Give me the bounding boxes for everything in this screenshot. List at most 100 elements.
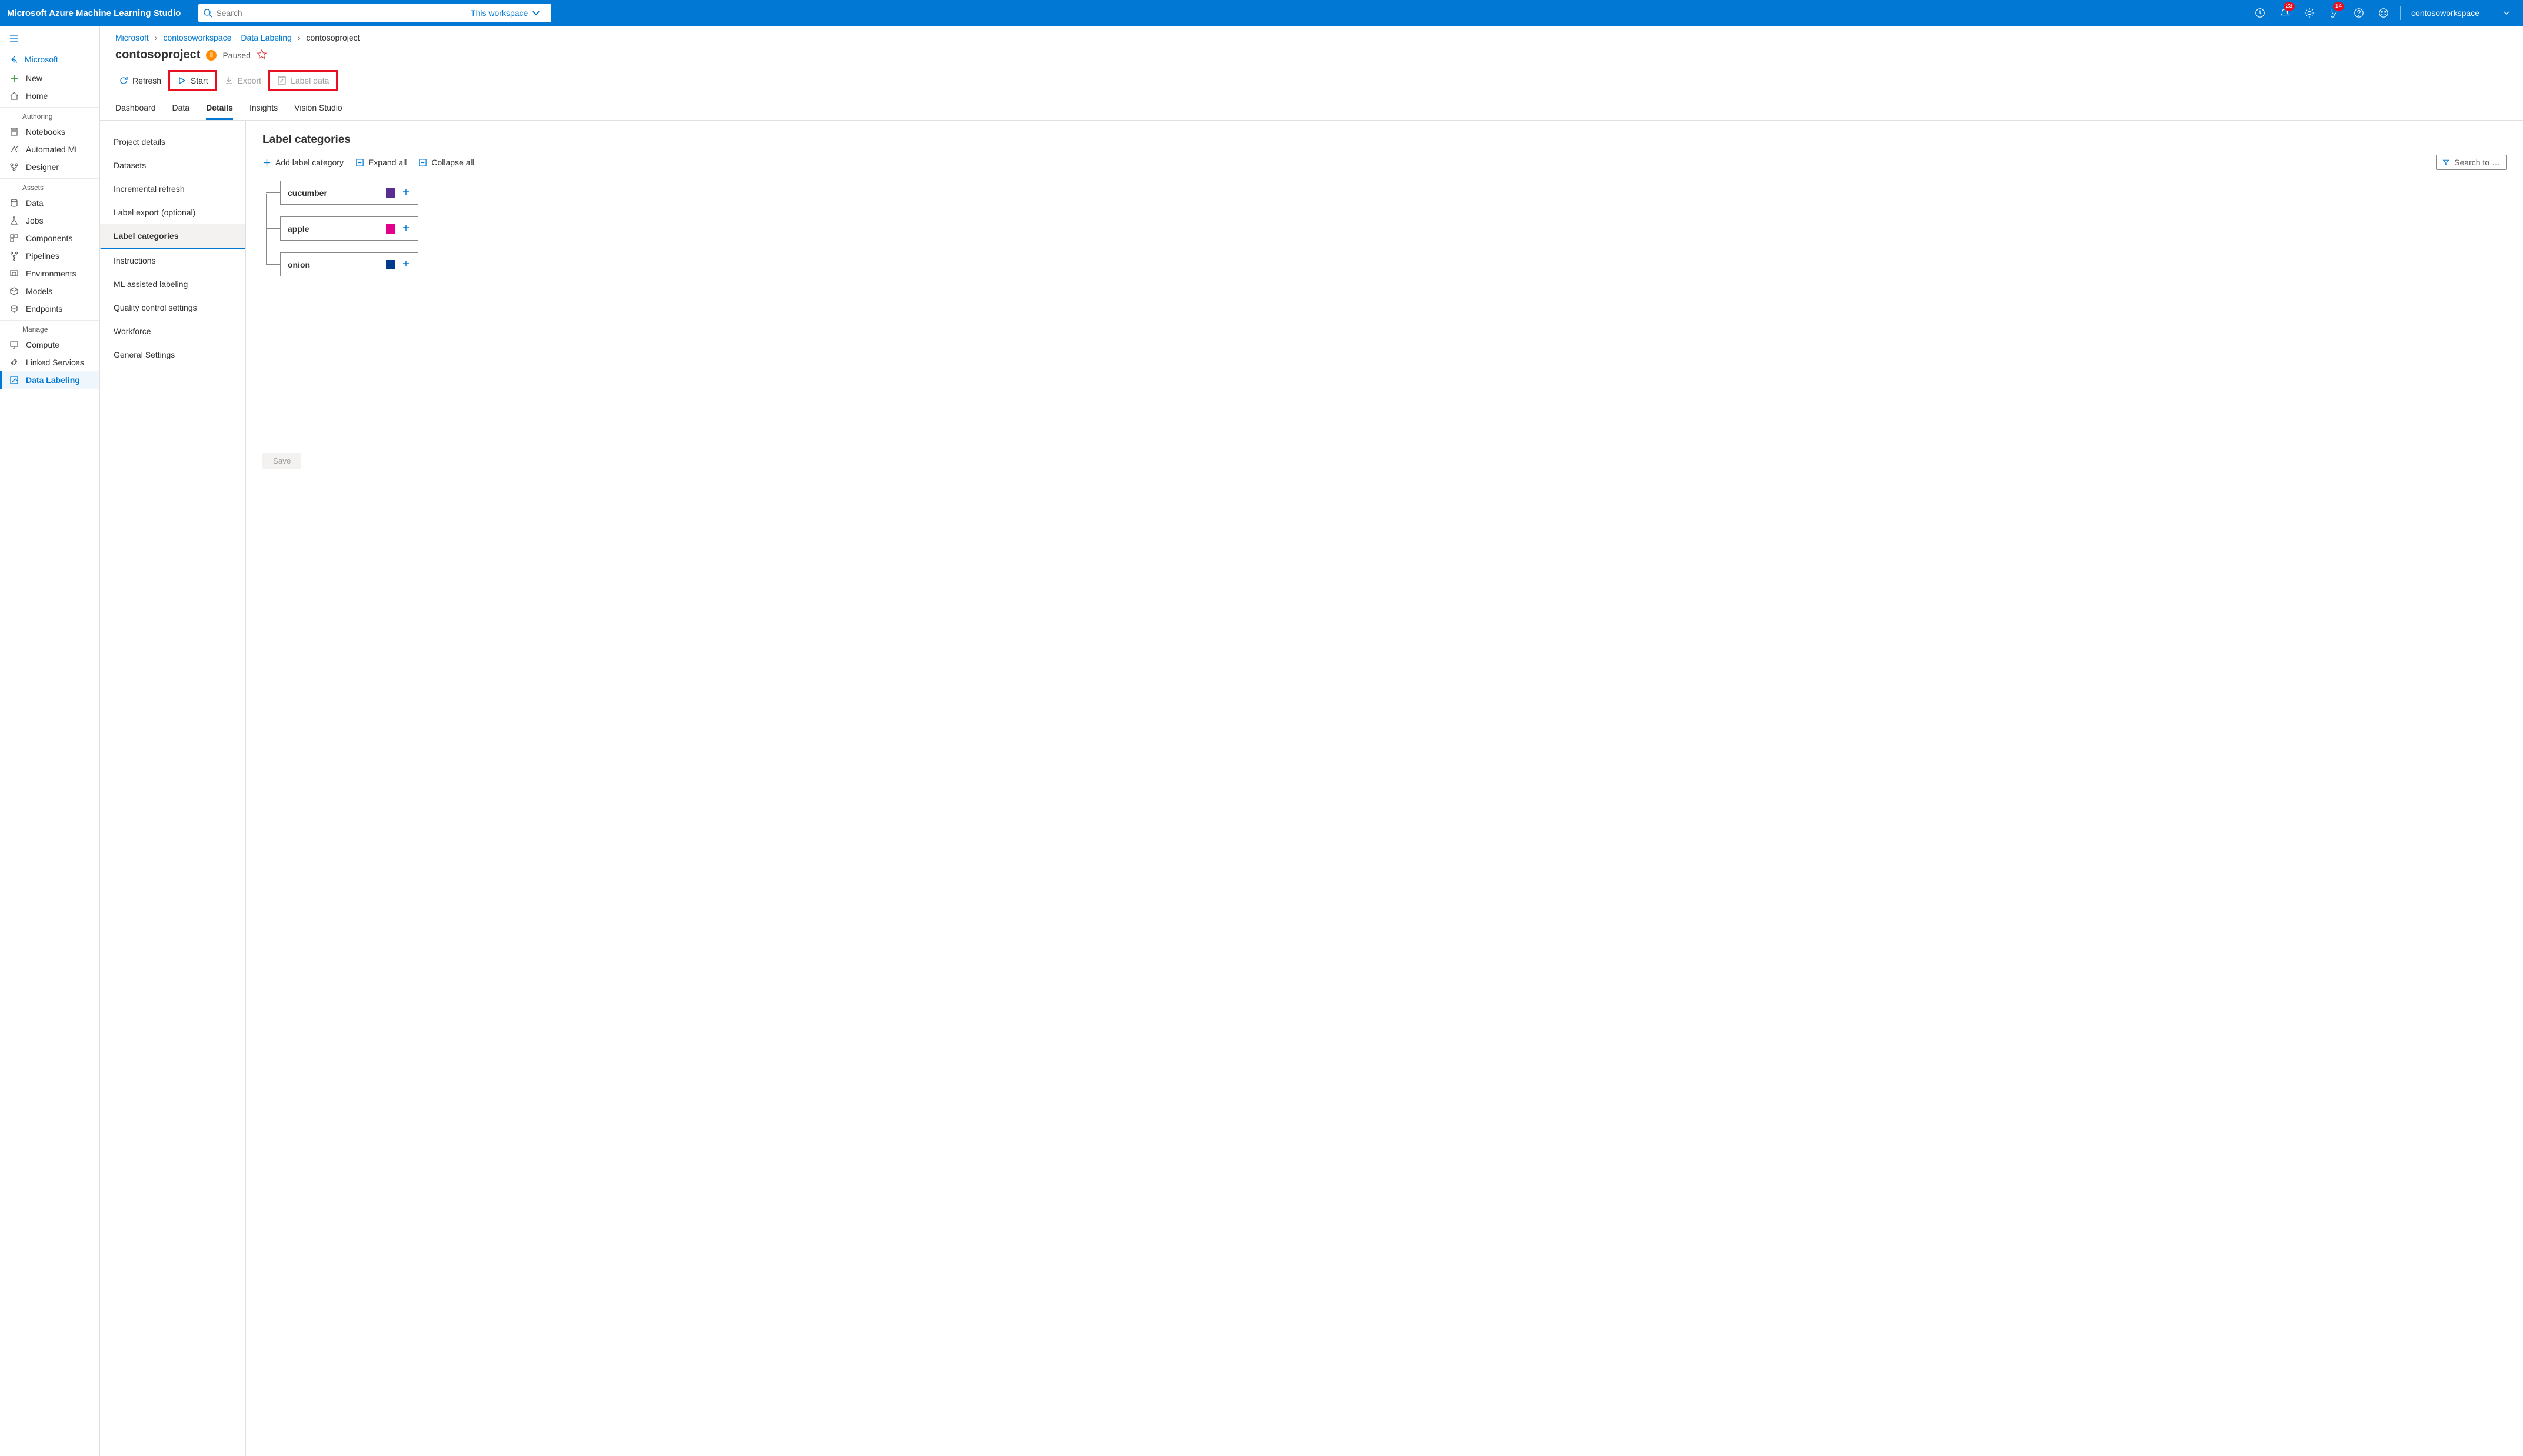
project-toolbar: Refresh Start Export Label data bbox=[100, 65, 2523, 95]
highlight-label-data: Label data bbox=[268, 70, 338, 91]
subnav-project-details[interactable]: Project details bbox=[100, 130, 245, 154]
expand-icon bbox=[355, 158, 364, 167]
crumb-area[interactable]: Data Labeling bbox=[241, 33, 291, 42]
tab-data[interactable]: Data bbox=[172, 101, 190, 120]
nav-automl[interactable]: Automated ML bbox=[0, 141, 99, 158]
details-subnav: Project details Datasets Incremental ref… bbox=[100, 121, 246, 1456]
favorite-star-icon[interactable] bbox=[257, 49, 267, 61]
tab-dashboard[interactable]: Dashboard bbox=[115, 101, 156, 120]
pipelines-icon bbox=[9, 251, 19, 261]
search-scope-label: This workspace bbox=[471, 8, 528, 18]
global-header: Microsoft Azure Machine Learning Studio … bbox=[0, 0, 2523, 26]
link-icon bbox=[9, 358, 19, 367]
status-pill-icon: Ⅱ bbox=[206, 50, 217, 61]
nav-data[interactable]: Data bbox=[0, 194, 99, 212]
chevron-down-icon bbox=[531, 8, 541, 18]
nav-data-labeling[interactable]: Data Labeling bbox=[0, 371, 99, 389]
add-label-category-button[interactable]: Add label category bbox=[262, 158, 344, 167]
crumb-project: contosoproject bbox=[307, 33, 360, 42]
add-child-button[interactable] bbox=[401, 223, 411, 234]
label-card[interactable]: apple bbox=[280, 216, 418, 241]
nav-endpoints[interactable]: Endpoints bbox=[0, 300, 99, 318]
nav-environments[interactable]: Environments bbox=[0, 265, 99, 282]
label-card[interactable]: cucumber bbox=[280, 181, 418, 205]
nav-toggle-button[interactable] bbox=[0, 29, 99, 50]
pane-heading: Label categories bbox=[262, 134, 2507, 146]
color-swatch bbox=[386, 260, 395, 269]
search-scope-picker[interactable]: This workspace bbox=[465, 8, 547, 18]
automl-icon bbox=[9, 145, 19, 154]
filter-icon bbox=[2442, 159, 2449, 166]
nav-compute[interactable]: Compute bbox=[0, 336, 99, 354]
nav-home[interactable]: Home bbox=[0, 87, 99, 105]
settings-icon[interactable] bbox=[2298, 0, 2321, 26]
start-button[interactable]: Start bbox=[171, 73, 214, 88]
filter-search[interactable]: Search to … bbox=[2436, 155, 2507, 170]
header-icon-tray: 23 14 contosoworkspace bbox=[2248, 0, 2516, 26]
label-row: apple bbox=[280, 216, 418, 241]
label-tree: cucumber apple onion bbox=[262, 181, 2507, 276]
nav-components[interactable]: Components bbox=[0, 229, 99, 247]
global-search[interactable]: This workspace bbox=[198, 4, 551, 22]
color-swatch bbox=[386, 188, 395, 198]
refresh-button[interactable]: Refresh bbox=[113, 73, 167, 88]
subnav-quality-control[interactable]: Quality control settings bbox=[100, 296, 245, 319]
feedback-icon[interactable] bbox=[2372, 0, 2395, 26]
subnav-datasets[interactable]: Datasets bbox=[100, 154, 245, 177]
search-input[interactable] bbox=[212, 8, 465, 18]
add-child-button[interactable] bbox=[401, 259, 411, 270]
label-row: cucumber bbox=[280, 181, 418, 205]
label-card[interactable]: onion bbox=[280, 252, 418, 276]
subnav-label-export[interactable]: Label export (optional) bbox=[100, 201, 245, 224]
crumb-workspace[interactable]: contosoworkspace bbox=[163, 33, 231, 42]
nav-models[interactable]: Models bbox=[0, 282, 99, 300]
subnav-incremental-refresh[interactable]: Incremental refresh bbox=[100, 177, 245, 201]
edit-icon bbox=[277, 76, 287, 85]
tab-vision-studio[interactable]: Vision Studio bbox=[294, 101, 342, 120]
play-icon bbox=[177, 76, 187, 85]
collapse-all-button[interactable]: Collapse all bbox=[418, 158, 474, 167]
export-icon bbox=[224, 76, 234, 85]
models-icon bbox=[9, 286, 19, 296]
environments-icon bbox=[9, 269, 19, 278]
notifications-badge: 23 bbox=[2284, 2, 2295, 11]
labeling-icon bbox=[9, 375, 19, 385]
add-child-button[interactable] bbox=[401, 187, 411, 198]
tab-insights[interactable]: Insights bbox=[249, 101, 278, 120]
recent-icon[interactable] bbox=[2248, 0, 2272, 26]
nav-jobs[interactable]: Jobs bbox=[0, 212, 99, 229]
help-icon[interactable] bbox=[2347, 0, 2371, 26]
product-title: Microsoft Azure Machine Learning Studio bbox=[7, 8, 198, 18]
workspace-name-label: contosoworkspace bbox=[2411, 8, 2479, 18]
subnav-instructions[interactable]: Instructions bbox=[100, 249, 245, 272]
subnav-general-settings[interactable]: General Settings bbox=[100, 343, 245, 367]
nav-new[interactable]: New bbox=[0, 69, 99, 87]
diagnostics-badge: 14 bbox=[2333, 2, 2344, 11]
workspace-picker[interactable]: contosoworkspace bbox=[2405, 8, 2516, 18]
tab-details[interactable]: Details bbox=[206, 101, 233, 120]
label-name: cucumber bbox=[288, 188, 380, 198]
nav-group-manage: Manage bbox=[0, 320, 99, 336]
nav-notebooks[interactable]: Notebooks bbox=[0, 123, 99, 141]
subnav-label-categories[interactable]: Label categories bbox=[100, 224, 245, 249]
page-title: contosoproject bbox=[115, 48, 200, 62]
left-nav: Microsoft New Home Authoring Notebooks A… bbox=[0, 26, 100, 1456]
filter-placeholder: Search to … bbox=[2454, 158, 2500, 167]
color-swatch bbox=[386, 224, 395, 234]
notifications-icon[interactable]: 23 bbox=[2273, 0, 2296, 26]
label-name: onion bbox=[288, 260, 380, 269]
endpoints-icon bbox=[9, 304, 19, 314]
nav-designer[interactable]: Designer bbox=[0, 158, 99, 176]
diagnostics-icon[interactable]: 14 bbox=[2322, 0, 2346, 26]
breadcrumb: Microsoft › contosoworkspace Data Labeli… bbox=[100, 26, 2523, 42]
nav-group-assets: Assets bbox=[0, 178, 99, 194]
subnav-ml-assisted[interactable]: ML assisted labeling bbox=[100, 272, 245, 296]
subnav-workforce[interactable]: Workforce bbox=[100, 319, 245, 343]
nav-pipelines[interactable]: Pipelines bbox=[0, 247, 99, 265]
crumb-directory[interactable]: Microsoft bbox=[115, 33, 149, 42]
nav-back[interactable]: Microsoft bbox=[0, 50, 99, 69]
expand-all-button[interactable]: Expand all bbox=[355, 158, 407, 167]
project-tabs: Dashboard Data Details Insights Vision S… bbox=[100, 95, 2523, 121]
back-arrow-icon bbox=[9, 55, 19, 64]
nav-linked-services[interactable]: Linked Services bbox=[0, 354, 99, 371]
